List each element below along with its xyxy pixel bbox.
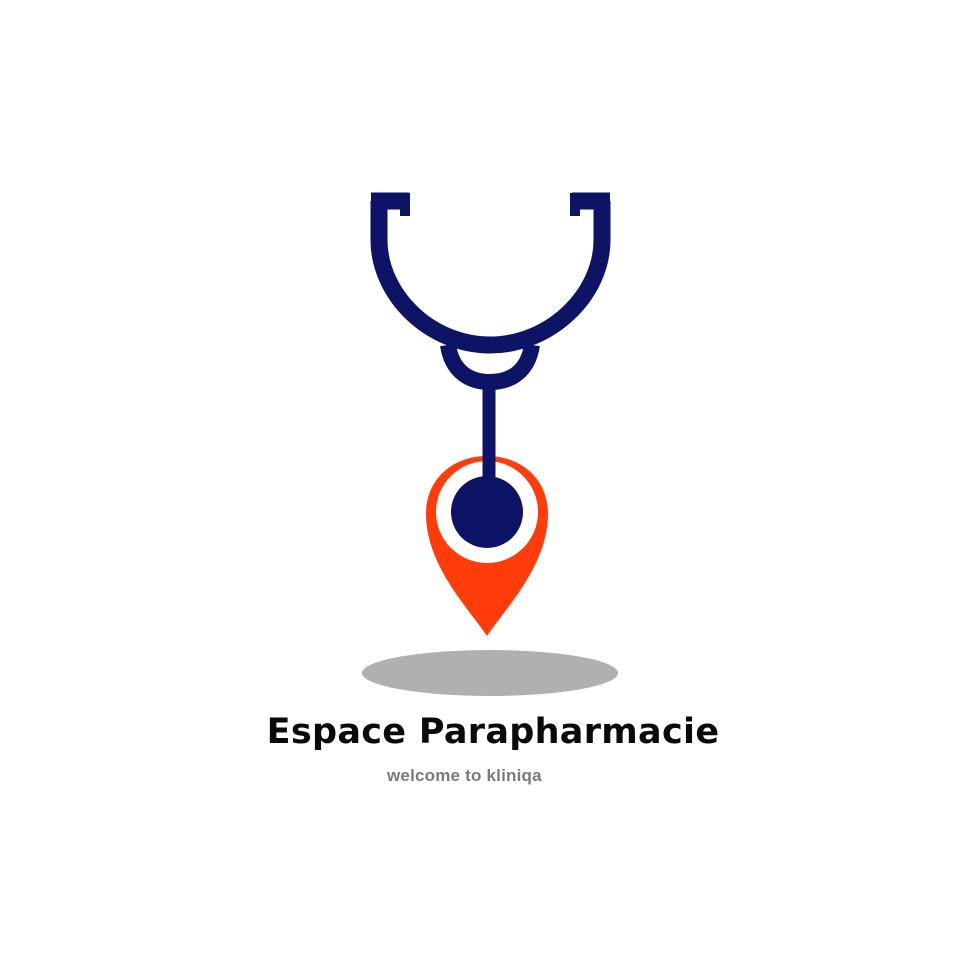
stethoscope-chestpiece bbox=[451, 476, 523, 548]
stethoscope-tubing bbox=[370, 201, 611, 354]
logo-canvas: Espace Parapharmacie welcome to kliniqa bbox=[0, 0, 980, 980]
stethoscope-location-pin-icon bbox=[362, 192, 618, 696]
pin-shadow bbox=[362, 650, 618, 696]
brand-tagline: welcome to kliniqa bbox=[387, 766, 542, 785]
brand-title: Espace Parapharmacie bbox=[266, 712, 720, 752]
